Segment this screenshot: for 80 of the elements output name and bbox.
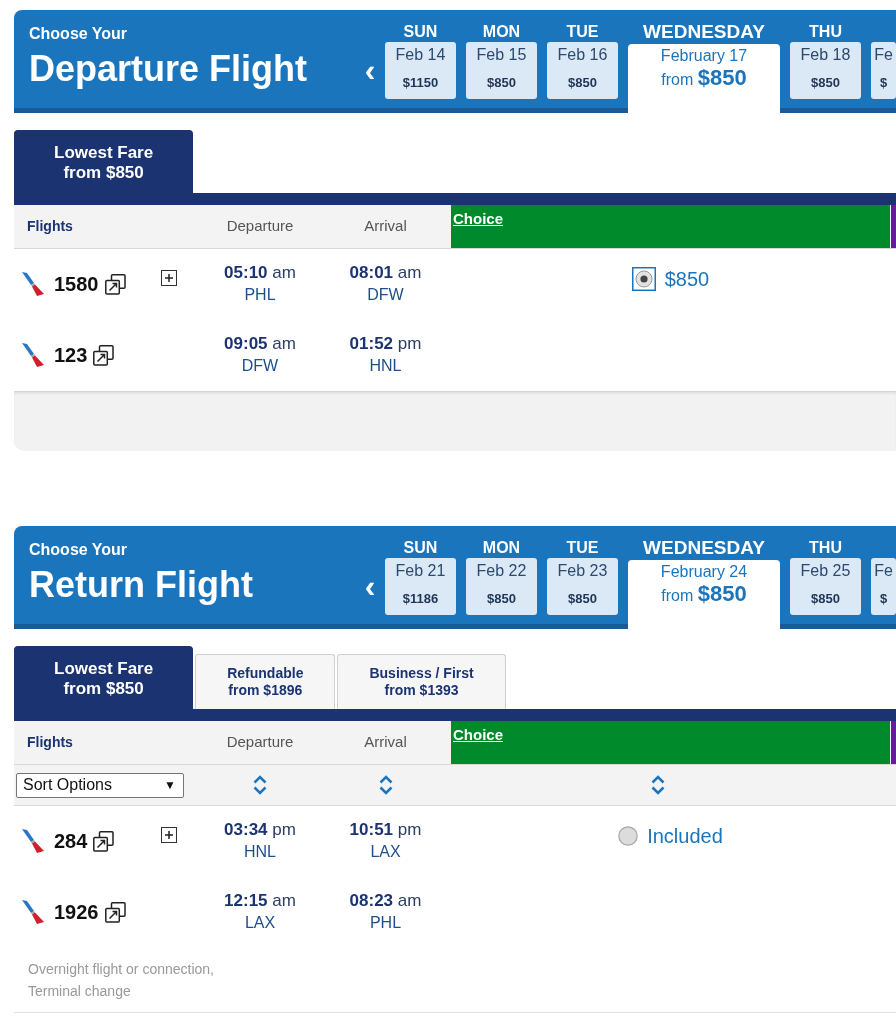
flight-number: 284 bbox=[54, 829, 88, 853]
heading-eyebrow: Choose Your bbox=[29, 540, 129, 560]
external-link-icon[interactable] bbox=[104, 901, 126, 923]
departure-time: 05:10 am bbox=[223, 262, 297, 284]
column-header: Departure bbox=[225, 216, 295, 237]
fare-tab[interactable]: Lowest Fare from $850 bbox=[14, 646, 194, 709]
date-tab[interactable]: Feb 25 $850 bbox=[790, 558, 861, 615]
radio-button[interactable] bbox=[618, 826, 639, 846]
day-label: SUN bbox=[402, 22, 439, 42]
date-tab[interactable]: Fe $ bbox=[871, 558, 896, 615]
heading-eyebrow: Choose Your bbox=[29, 24, 129, 44]
day-label: TUE bbox=[565, 538, 600, 558]
fare-tab[interactable]: Business / First from $1393 bbox=[337, 654, 506, 709]
departure-time: 03:34 pm bbox=[223, 819, 297, 841]
section-title: Return Flight bbox=[29, 564, 254, 606]
fare-tab[interactable]: Lowest Fare from $850 bbox=[14, 130, 194, 193]
radio-button[interactable] bbox=[631, 267, 656, 291]
column-header: Arrival bbox=[363, 216, 408, 237]
day-label: TUE bbox=[565, 22, 600, 42]
fare-class-link[interactable]: Choice bbox=[453, 726, 503, 744]
flight-number: 123 bbox=[54, 343, 88, 367]
column-header: Arrival bbox=[363, 732, 408, 753]
airline-logo-icon bbox=[22, 829, 44, 853]
arrival-airport: PHL bbox=[368, 913, 403, 933]
external-link-icon[interactable] bbox=[93, 344, 115, 366]
expand-icon[interactable] bbox=[161, 270, 177, 286]
date-tab[interactable]: February 24 from $850 bbox=[628, 560, 780, 629]
day-label: THU bbox=[808, 538, 843, 558]
fare-tab[interactable]: Refundable from $1896 bbox=[195, 654, 336, 709]
arrival-airport: HNL bbox=[368, 356, 403, 376]
date-tab[interactable]: Feb 22 $850 bbox=[466, 558, 537, 615]
sort-select[interactable]: Sort Options ▼ bbox=[16, 772, 184, 798]
airline-logo-icon bbox=[22, 272, 44, 296]
expand-icon[interactable] bbox=[161, 827, 177, 843]
arrival-time: 08:23 am bbox=[348, 890, 423, 912]
column-header: Flights bbox=[26, 217, 74, 236]
day-label: THU bbox=[808, 22, 843, 42]
sort-icon[interactable] bbox=[253, 774, 267, 796]
departure-airport: LAX bbox=[243, 913, 277, 933]
arrival-airport: LAX bbox=[369, 842, 402, 862]
date-tab[interactable]: Feb 21 $1186 bbox=[385, 558, 456, 615]
external-link-icon[interactable] bbox=[93, 830, 115, 852]
airline-logo-icon bbox=[22, 343, 44, 367]
sort-icon[interactable] bbox=[378, 774, 393, 796]
departure-airport: DFW bbox=[240, 356, 280, 376]
date-tab[interactable]: Feb 14 $1150 bbox=[385, 42, 456, 99]
day-label: MON bbox=[481, 538, 522, 558]
arrival-time: 10:51 pm bbox=[348, 819, 423, 841]
date-tab[interactable]: Feb 16 $850 bbox=[547, 42, 618, 99]
arrival-airport: DFW bbox=[366, 285, 405, 305]
date-tab[interactable]: Feb 23 $850 bbox=[547, 558, 618, 615]
day-label: WEDNESDAY bbox=[642, 22, 766, 42]
column-header: Flights bbox=[26, 733, 74, 752]
airline-logo-icon bbox=[22, 900, 44, 924]
date-tab[interactable]: Feb 15 $850 bbox=[466, 42, 537, 99]
previous-dates-button[interactable]: ‹ bbox=[362, 53, 378, 87]
date-tab[interactable]: February 17 from $850 bbox=[628, 44, 780, 113]
flight-number: 1580 bbox=[54, 272, 99, 296]
day-label: SUN bbox=[402, 538, 439, 558]
sort-icon[interactable] bbox=[650, 774, 665, 796]
arrival-time: 01:52 pm bbox=[348, 333, 423, 355]
previous-dates-button[interactable]: ‹ bbox=[362, 569, 378, 603]
fare-option-label: $850 bbox=[664, 267, 710, 292]
itinerary-note: Overnight flight or connection, bbox=[28, 960, 215, 979]
date-tab[interactable]: Fe $ bbox=[871, 42, 896, 99]
fare-class-link[interactable]: Choice bbox=[453, 210, 503, 228]
departure-time: 12:15 am bbox=[223, 890, 297, 912]
itinerary-note: Terminal change bbox=[28, 982, 132, 1001]
day-label: WEDNESDAY bbox=[642, 538, 766, 558]
date-tab[interactable]: Feb 18 $850 bbox=[790, 42, 861, 99]
section-title: Departure Flight bbox=[29, 48, 308, 90]
departure-time: 09:05 am bbox=[223, 333, 297, 355]
fare-option-label: Included bbox=[647, 824, 723, 849]
external-link-icon[interactable] bbox=[104, 273, 126, 295]
departure-airport: HNL bbox=[243, 842, 277, 862]
column-header: Departure bbox=[225, 732, 295, 753]
day-label: MON bbox=[481, 22, 522, 42]
departure-airport: PHL bbox=[243, 285, 277, 305]
arrival-time: 08:01 am bbox=[348, 262, 423, 284]
flight-number: 1926 bbox=[54, 900, 99, 924]
